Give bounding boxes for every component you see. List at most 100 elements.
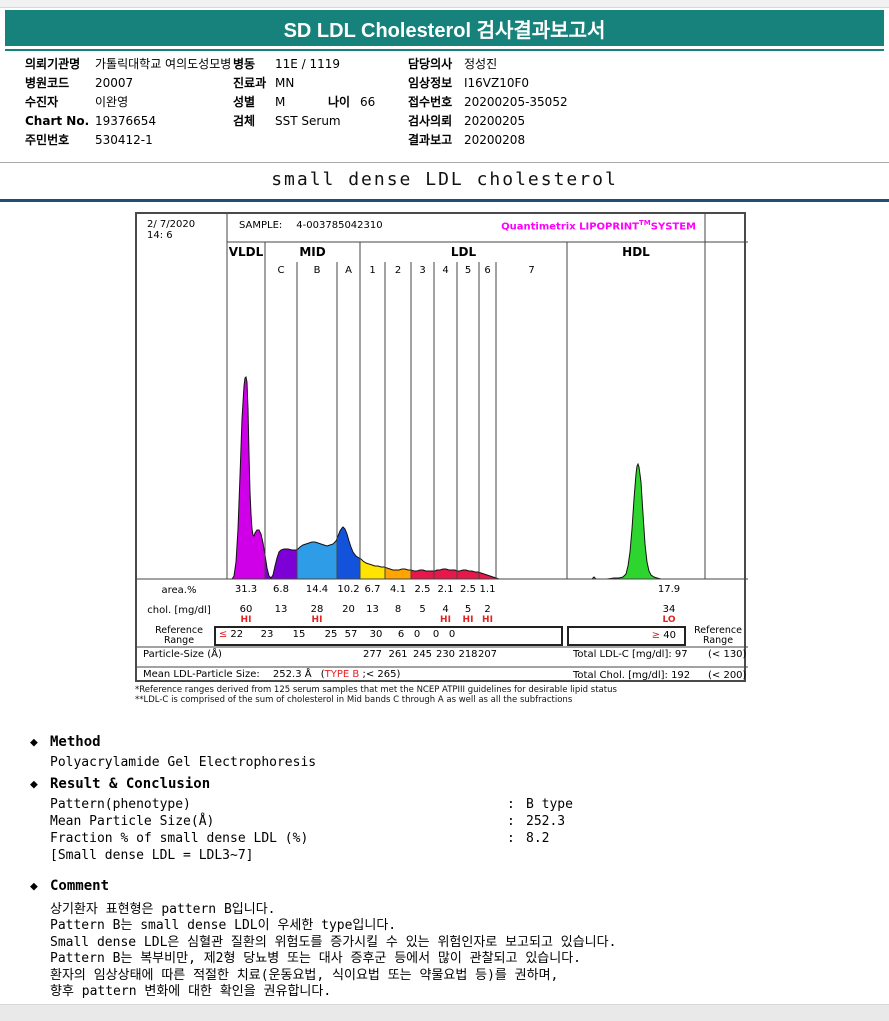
bottom-strip — [0, 1004, 889, 1021]
field-value: 11E / 1119 — [275, 57, 341, 71]
area-percent-value: 2.1 — [437, 584, 454, 595]
result-row: Pattern(phenotype) : B type — [50, 797, 573, 814]
band-label-mid: MID — [299, 245, 326, 259]
section-title: small dense LDL cholesterol — [271, 169, 618, 190]
patient-row: 의뢰기관명 가톨릭대학교 여의도성모병 — [25, 55, 231, 74]
comment-line: 상기환자 표현형은 pattern B입니다. — [50, 902, 276, 917]
field-label: 성별 — [233, 95, 256, 109]
total-chol-value: 192 — [671, 670, 691, 681]
scan-datetime: 2/ 7/2020 14: 6 — [147, 219, 195, 241]
field-value: 이완영 — [95, 95, 129, 109]
abnormal-flag: HI — [462, 615, 474, 625]
sub-band-label: 5 — [464, 265, 472, 276]
chol-value: 2 — [484, 604, 491, 615]
result-row: Fraction % of small dense LDL (%) : 8.2 — [50, 831, 549, 848]
band-label-hdl: HDL — [622, 245, 650, 259]
mean-value: 252.3 Å — [272, 669, 312, 680]
reference-value: 25 — [324, 629, 338, 640]
patient-row: 임상정보 I16VZ10F0 — [408, 74, 568, 93]
method-heading-text: Method — [50, 734, 101, 750]
patient-info-middle: 병동 11E / 1119 진료과 MN 성별 M 나이 66 검체 SST Serum — [233, 55, 375, 131]
result-section: ◆ Result & Conclusion Pattern(phenotype) … — [30, 776, 573, 865]
footnote-1: *Reference ranges derived from 125 serum… — [135, 685, 617, 695]
sub-band-label: 7 — [528, 265, 535, 276]
particle-size-value: 207 — [477, 649, 498, 660]
patient-row: 수진자 이완영 — [25, 93, 231, 112]
result-row: Mean Particle Size(Å) : 252.3 — [50, 814, 565, 831]
result-value: 252.3 — [526, 814, 566, 829]
reference-value: ≤ 22 — [218, 629, 244, 640]
field-label: 병원코드 — [25, 76, 70, 90]
field-label: 진료과 — [233, 76, 267, 90]
scan-date: 2/ 7/2020 — [147, 219, 196, 230]
area-percent-value: 2.5 — [460, 584, 476, 595]
sample-id: SAMPLE: 4-003785042310 — [239, 220, 383, 231]
abnormal-flag: HI — [440, 615, 451, 625]
diamond-icon: ◆ — [30, 777, 38, 792]
separator-line — [0, 162, 889, 163]
sample-label: SAMPLE: — [239, 220, 283, 231]
particle-size-value: 218 — [458, 649, 478, 660]
chol-value: 5 — [419, 604, 426, 615]
comment-line: Pattern B는 복부비만, 제2형 당뇨병 또는 대사 증후군 등에서 많… — [50, 951, 581, 967]
total-ldl-label: Total LDL-C [mg/dl]: — [573, 649, 672, 660]
patient-row: 접수번호 20200205-35052 — [408, 93, 568, 112]
area-percent-value: 10.2 — [337, 584, 360, 595]
abnormal-flag: LO — [662, 615, 676, 625]
patient-row: 진료과 MN — [233, 74, 341, 93]
comment-heading: ◆ Comment — [30, 878, 616, 894]
reference-value: 23 — [260, 629, 274, 640]
particle-size-value: 277 — [362, 649, 383, 660]
banner-underline — [5, 49, 884, 51]
patient-row: 성별 M 나이 66 — [233, 93, 375, 112]
field-value: I16VZ10F0 — [464, 76, 530, 90]
mean-label: Mean LDL-Particle Size: — [143, 669, 260, 680]
sub-band-label: B — [313, 265, 321, 276]
reference-value: 57 — [344, 629, 358, 640]
field-label: Chart No. — [25, 114, 90, 128]
patient-row: Chart No. 19376654 — [25, 112, 231, 131]
area-percent-row: 31.3 6.8 14.4 10.2 6.7 4.1 2.5 2.1 2.5 1.1 17.9 — [137, 584, 748, 598]
result-value: B type — [526, 797, 573, 812]
patient-info-right: 담당의사 정성진 임상정보 I16VZ10F0 접수번호 20200205-35052… — [408, 55, 568, 150]
reference-value: 30 — [369, 629, 383, 640]
reference-value: 6 — [397, 629, 405, 640]
method-section: ◆ Method Polyacrylamide Gel Electrophores… — [30, 734, 316, 770]
result-label: Mean Particle Size(Å) — [50, 814, 215, 829]
brand-name: Quantimetrix LIPOPRINT — [501, 221, 639, 233]
chol-value: 8 — [394, 604, 402, 615]
field-label: 검체 — [233, 114, 256, 128]
top-strip — [0, 0, 889, 8]
result-heading: ◆ Result & Conclusion — [30, 776, 308, 792]
diamond-icon: ◆ — [30, 879, 38, 894]
area-percent-value: 6.7 — [364, 584, 381, 595]
report-title: SD LDL Cholesterol 검사결과보고서 — [283, 19, 606, 42]
reference-value: 15 — [292, 629, 306, 640]
lipoprint-chart: 2/ 7/2020 14: 6 SAMPLE: 4-003785042310 Qu… — [135, 212, 748, 682]
area-percent-value: 6.8 — [273, 584, 289, 595]
chol-value: 60 — [239, 604, 253, 615]
result-value: 8.2 — [526, 831, 550, 846]
sub-band-label: C — [277, 265, 285, 276]
field-value: 가톨릭대학교 여의도성모병 — [95, 57, 232, 71]
field-value: 20200208 — [464, 133, 526, 147]
total-ldl-line: Total LDL-C [mg/dl]: 97 — [573, 649, 688, 660]
chol-value: 34 — [662, 604, 676, 615]
comment-section: ◆ Comment 상기환자 표현형은 pattern B입니다. Pattern… — [30, 878, 616, 999]
sub-band-label: 6 — [484, 265, 491, 276]
area-percent-value: 2.5 — [414, 584, 431, 595]
area-percent-value: 4.1 — [390, 584, 406, 595]
sub-band-label: 4 — [442, 265, 449, 276]
footnote-2: **LDL-C is comprised of the sum of chole… — [135, 695, 573, 705]
result-note: [Small dense LDL = LDL3~7] — [50, 848, 254, 863]
report-page: SD LDL Cholesterol 검사결과보고서 의뢰기관명 가톨릭대학교 여… — [0, 0, 889, 1021]
title-underline — [0, 199, 889, 202]
total-chol-line: Total Chol. [mg/dl]: 192 — [573, 670, 690, 681]
chol-value: 13 — [274, 604, 288, 615]
total-ldl-ref: (< 130) — [708, 649, 747, 660]
report-title-banner: SD LDL Cholesterol 검사결과보고서 — [5, 10, 884, 46]
particle-size-value: 261 — [388, 649, 408, 660]
area-percent-value: 1.1 — [479, 584, 496, 595]
sub-band-label: A — [345, 265, 352, 276]
sub-band-label: 3 — [419, 265, 426, 276]
